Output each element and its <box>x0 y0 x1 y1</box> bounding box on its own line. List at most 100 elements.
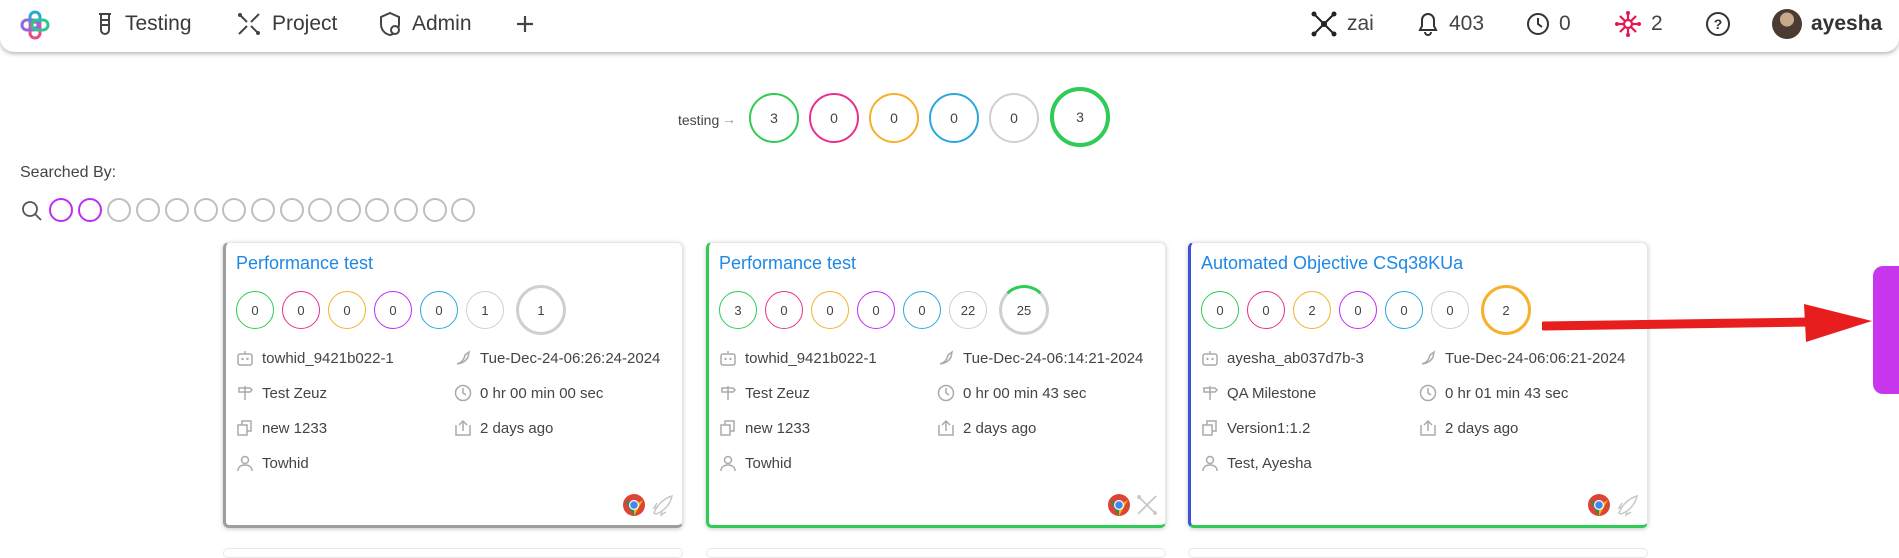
version-text: new 1233 <box>262 419 328 437</box>
rocket-icon <box>652 494 673 517</box>
summary-passed-count[interactable]: 3 <box>749 93 799 143</box>
owner-text: ayesha_ab037d7b-3 <box>1227 349 1364 367</box>
filter-option[interactable] <box>280 198 304 222</box>
run-date: Tue-Dec-24-06:06:21-2024 <box>1419 349 1625 367</box>
duration-text: 0 hr 01 min 43 sec <box>1445 384 1569 402</box>
top-navbar: Testing Project Admin zai 403 0 2 ? ayes… <box>0 0 1899 52</box>
other-count[interactable]: 22 <box>949 291 987 329</box>
other-count[interactable]: 1 <box>466 291 504 329</box>
run-title[interactable]: Performance test <box>719 253 856 274</box>
failed-count[interactable]: 0 <box>1247 291 1285 329</box>
filter-option[interactable] <box>78 198 102 222</box>
clock-icon <box>454 384 472 402</box>
chrome-icon <box>623 494 645 516</box>
side-panel-toggle[interactable] <box>1873 266 1899 394</box>
run-title[interactable]: Performance test <box>236 253 373 274</box>
filter-option[interactable] <box>337 198 361 222</box>
run-card[interactable]: Performance test 0 0 0 0 0 1 1 towhid_94… <box>223 242 683 528</box>
filter-option[interactable] <box>136 198 160 222</box>
workspace-switcher[interactable]: zai <box>1310 0 1374 48</box>
clock-icon <box>1527 13 1549 35</box>
notifications-button[interactable]: 403 <box>1416 0 1484 48</box>
failed-count[interactable]: 0 <box>282 291 320 329</box>
passed-count[interactable]: 0 <box>236 291 274 329</box>
add-button[interactable] <box>515 0 535 48</box>
total-count[interactable]: 1 <box>516 285 566 335</box>
nav-project-label: Project <box>272 12 338 35</box>
milestone-text: Test Zeuz <box>745 384 811 402</box>
signpost-icon <box>721 386 737 400</box>
search-icon[interactable] <box>20 199 44 223</box>
duration-text: 0 hr 00 min 43 sec <box>963 384 1087 402</box>
robot-icon <box>720 351 736 366</box>
filter-option[interactable] <box>222 198 246 222</box>
total-count[interactable]: 25 <box>999 285 1049 335</box>
run-version: new 1233 <box>719 419 810 437</box>
run-title[interactable]: Automated Objective CSq38KUa <box>1201 253 1463 274</box>
purple-count[interactable]: 0 <box>374 291 412 329</box>
card-icons <box>1107 493 1159 517</box>
timers-count: 0 <box>1559 12 1571 35</box>
filter-option[interactable] <box>423 198 447 222</box>
filter-option[interactable] <box>107 198 131 222</box>
nav-testing[interactable]: Testing <box>95 0 192 48</box>
skipped-count[interactable]: 0 <box>903 291 941 329</box>
filter-option[interactable] <box>394 198 418 222</box>
searched-by-label: Searched By: <box>20 164 117 181</box>
nav-project[interactable]: Project <box>236 0 337 48</box>
summary-blocked-count[interactable]: 0 <box>869 93 919 143</box>
rocket-icon <box>1617 494 1638 517</box>
filter-option[interactable] <box>165 198 189 222</box>
copy-icon <box>1202 420 1217 436</box>
user-icon <box>720 455 736 472</box>
blocked-count[interactable]: 0 <box>811 291 849 329</box>
run-card[interactable]: Performance test 3 0 0 0 0 22 25 towhid_… <box>706 242 1166 528</box>
user-menu[interactable]: ayesha <box>1772 0 1882 48</box>
ago-text: 2 days ago <box>480 419 554 437</box>
summary-total-count[interactable]: 3 <box>1050 87 1110 147</box>
failed-count[interactable]: 0 <box>765 291 803 329</box>
assignee-text: Test, Ayesha <box>1227 454 1312 472</box>
notifications-count: 403 <box>1449 12 1485 35</box>
filter-option[interactable] <box>49 198 73 222</box>
other-count[interactable]: 0 <box>1431 291 1469 329</box>
purple-count[interactable]: 0 <box>1339 291 1377 329</box>
timers-button[interactable]: 0 <box>1526 0 1571 48</box>
summary-failed-count[interactable]: 0 <box>809 93 859 143</box>
filter-option[interactable] <box>365 198 389 222</box>
skipped-count[interactable]: 0 <box>420 291 458 329</box>
network-button[interactable]: 2 <box>1614 0 1663 48</box>
run-milestone: Test Zeuz <box>236 384 327 402</box>
filter-option[interactable] <box>451 198 475 222</box>
total-count[interactable]: 2 <box>1481 285 1531 335</box>
filter-option[interactable] <box>194 198 218 222</box>
summary-label: testing <box>678 112 720 128</box>
project-icon <box>238 13 260 35</box>
robot-icon <box>237 351 253 366</box>
avatar <box>1772 9 1802 39</box>
filter-option[interactable] <box>251 198 275 222</box>
filter-option[interactable] <box>308 198 332 222</box>
clock-icon <box>1419 384 1437 402</box>
skipped-count[interactable]: 0 <box>1385 291 1423 329</box>
user-icon <box>237 455 253 472</box>
summary-skipped-count[interactable]: 0 <box>929 93 979 143</box>
arrow-right-icon: → <box>722 111 736 127</box>
milestone-text: QA Milestone <box>1227 384 1317 402</box>
run-duration: 0 hr 00 min 00 sec <box>454 384 603 402</box>
nav-admin[interactable]: Admin <box>378 0 472 48</box>
blocked-count[interactable]: 0 <box>328 291 366 329</box>
run-date: Tue-Dec-24-06:14:21-2024 <box>937 349 1143 367</box>
passed-count[interactable]: 3 <box>719 291 757 329</box>
help-button[interactable]: ? <box>1705 0 1731 48</box>
copy-icon <box>720 420 735 436</box>
version-text: Version1:1.2 <box>1227 419 1311 437</box>
blocked-count[interactable]: 2 <box>1293 291 1331 329</box>
network-hub-icon <box>1311 11 1337 37</box>
passed-count[interactable]: 0 <box>1201 291 1239 329</box>
app-logo[interactable] <box>20 10 50 40</box>
run-start-icon <box>456 350 471 365</box>
run-card[interactable]: Automated Objective CSq38KUa 0 0 2 0 0 0… <box>1188 242 1648 528</box>
summary-other-count[interactable]: 0 <box>989 93 1039 143</box>
purple-count[interactable]: 0 <box>857 291 895 329</box>
